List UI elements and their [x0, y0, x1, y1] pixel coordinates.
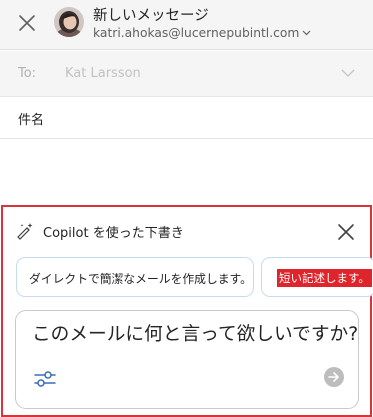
close-icon[interactable] — [337, 223, 355, 241]
copilot-draft-panel: Copilot を使った下書き ダイレクトで簡潔なメールを作成します。 短い記述… — [1, 205, 373, 417]
close-icon — [19, 15, 35, 31]
chevron-down-icon — [302, 30, 311, 36]
copilot-prompt-input[interactable]: このメールに何と言って欲しいですか? — [15, 310, 359, 409]
send-button[interactable] — [324, 367, 344, 387]
prompt-placeholder: このメールに何と言って欲しいですか? — [32, 324, 359, 345]
send-arrow-icon — [328, 372, 339, 382]
account-selector[interactable]: katri.ahokas@lucernepubintl.com — [93, 26, 311, 40]
suggestion-chip[interactable]: ダイレクトで簡潔なメールを作成します。 — [16, 257, 254, 297]
chevron-down-icon[interactable] — [341, 69, 355, 77]
close-compose-button[interactable] — [17, 13, 37, 33]
page-title: 新しいメッセージ — [93, 8, 209, 24]
to-label: To: — [18, 66, 37, 81]
avatar[interactable] — [54, 7, 84, 37]
to-field-row[interactable]: To: Kat Larsson — [0, 51, 373, 97]
message-body[interactable] — [0, 139, 373, 205]
sliders-icon[interactable] — [34, 369, 56, 389]
suggestion-chip[interactable]: 短い記述します。 — [261, 257, 373, 297]
suggestion-chip-label: ダイレクトで簡潔なメールを作成します。 — [29, 272, 252, 286]
subject-field-row[interactable]: 件名 — [0, 97, 373, 139]
copilot-pen-sparkle-icon — [17, 223, 33, 240]
compose-header: 新しいメッセージ katri.ahokas@lucernepubintl.com — [0, 0, 373, 50]
copilot-panel-title: Copilot を使った下書き — [43, 226, 184, 241]
to-recipient[interactable]: Kat Larsson — [65, 66, 141, 81]
subject-label: 件名 — [18, 113, 45, 128]
suggestion-chip-label: 短い記述します。 — [277, 269, 372, 287]
account-email: katri.ahokas@lucernepubintl.com — [93, 26, 300, 40]
